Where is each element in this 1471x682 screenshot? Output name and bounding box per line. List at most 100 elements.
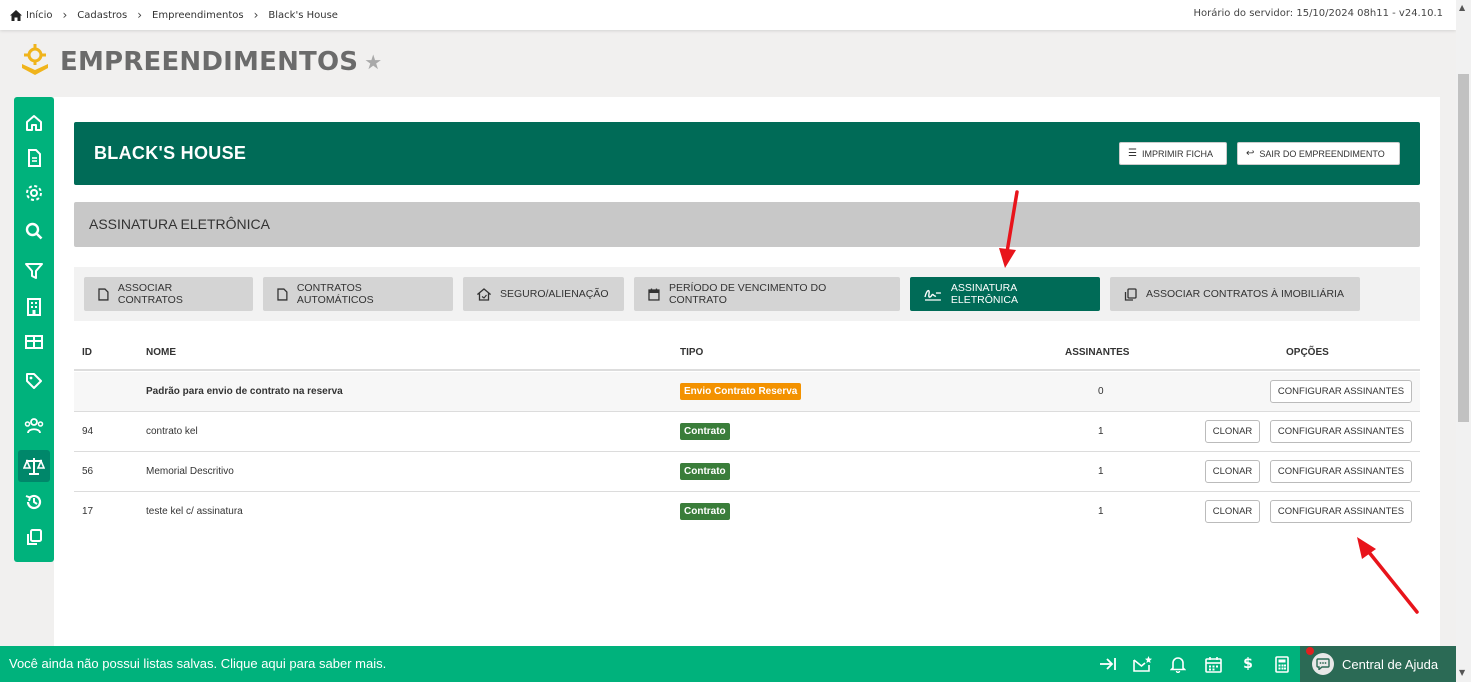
breadcrumb: Início › Cadastros › Empreendimentos › B… <box>10 8 338 22</box>
print-button[interactable]: ☰ IMPRIMIR FICHA <box>1119 142 1227 165</box>
tab-label: SEGURO/ALIENAÇÃO <box>500 288 609 300</box>
configure-signers-button[interactable]: CONFIGURAR ASSINANTES <box>1270 380 1412 403</box>
type-badge: Contrato <box>680 503 730 520</box>
page-header: EMPREENDIMENTOS ★ <box>18 44 382 80</box>
cell-id: 94 <box>82 426 94 437</box>
sidebar-item-contracts[interactable] <box>18 450 50 482</box>
section-title: ASSINATURA ELETRÔNICA <box>89 216 271 232</box>
exit-button-label: SAIR DO EMPREENDIMENTO <box>1259 148 1385 159</box>
breadcrumb-cadastros[interactable]: Cadastros <box>77 10 127 21</box>
tab-contratos-automaticos[interactable]: CONTRATOS AUTOMÁTICOS <box>263 277 453 311</box>
clone-button[interactable]: CLONAR <box>1205 460 1260 483</box>
tab-periodo-vencimento[interactable]: PERÍODO DE VENCIMENTO DO CONTRATO <box>634 277 900 311</box>
tabs: ASSOCIAR CONTRATOS CONTRATOS AUTOMÁTICOS… <box>74 267 1420 321</box>
column-header-assinantes[interactable]: ASSINANTES <box>1065 347 1129 358</box>
help-center-button[interactable]: Central de Ajuda <box>1300 646 1456 682</box>
home-icon <box>26 115 42 131</box>
column-header-tipo[interactable]: TIPO <box>680 347 703 358</box>
column-header-id[interactable]: ID <box>82 347 92 358</box>
sidebar-item-documents[interactable] <box>18 142 50 174</box>
exit-button[interactable]: ↩ SAIR DO EMPREENDIMENTO <box>1237 142 1400 165</box>
tab-associar-contratos[interactable]: ASSOCIAR CONTRATOS <box>84 277 253 311</box>
notification-dot <box>1306 647 1314 655</box>
building-logo-icon <box>18 44 52 80</box>
cell-nome: Padrão para envio de contrato na reserva <box>146 386 343 397</box>
table-row: 56 Memorial Descritivo Contrato 1 CLONAR… <box>74 452 1420 492</box>
sidebar-item-settings[interactable] <box>18 177 50 209</box>
scroll-down-icon[interactable]: ▼ <box>1459 668 1465 677</box>
type-badge: Contrato <box>680 463 730 480</box>
cell-assinantes: 0 <box>1098 386 1104 397</box>
cell-id: 56 <box>82 466 94 477</box>
tab-label: PERÍODO DE VENCIMENTO DO CONTRATO <box>668 282 827 306</box>
calculator-icon[interactable] <box>1272 654 1292 674</box>
scroll-thumb[interactable] <box>1458 74 1469 422</box>
tab-associar-imobiliaria[interactable]: ASSOCIAR CONTRATOS À IMOBILIÁRIA <box>1110 277 1360 311</box>
sidebar-item-search[interactable] <box>18 215 50 247</box>
star-icon[interactable]: ★ <box>364 50 382 74</box>
scroll-up-icon[interactable]: ▲ <box>1459 3 1465 12</box>
breadcrumb-home[interactable]: Início <box>26 10 52 21</box>
sidebar-item-users[interactable] <box>18 410 50 442</box>
sidebar-item-copy[interactable] <box>18 521 50 553</box>
document-icon <box>98 287 109 301</box>
breadcrumb-empreendimentos[interactable]: Empreendimentos <box>152 10 244 21</box>
cell-assinantes: 1 <box>1098 426 1104 437</box>
scale-icon <box>23 458 45 475</box>
calendar-icon[interactable] <box>1203 654 1223 674</box>
empreendimento-name: BLACK'S HOUSE <box>94 143 247 163</box>
configure-signers-button[interactable]: CONFIGURAR ASSINANTES <box>1270 420 1412 443</box>
cell-nome: contrato kel <box>146 426 198 437</box>
signature-icon <box>924 289 941 301</box>
reply-icon: ↩ <box>1246 148 1255 159</box>
cell-assinantes: 1 <box>1098 506 1104 517</box>
history-icon <box>25 494 42 510</box>
type-badge: Envio Contrato Reserva <box>680 383 802 400</box>
copy-icon <box>1124 287 1137 301</box>
main-panel: BLACK'S HOUSE ☰ IMPRIMIR FICHA ↩ SAIR DO… <box>54 97 1440 646</box>
empreendimento-header: BLACK'S HOUSE ☰ IMPRIMIR FICHA ↩ SAIR DO… <box>74 122 1420 185</box>
page-scrollbar[interactable]: ▲ ▼ <box>1456 0 1471 682</box>
print-button-label: IMPRIMIR FICHA <box>1141 148 1213 159</box>
document-icon <box>28 149 41 167</box>
tab-label: CONTRATOS AUTOMÁTICOS <box>296 282 374 306</box>
server-time: Horário do servidor: 15/10/2024 08h11 - … <box>1193 8 1443 19</box>
document-icon <box>277 287 288 301</box>
tab-seguro-alienacao[interactable]: SEGURO/ALIENAÇÃO <box>463 277 624 311</box>
dollar-icon[interactable]: $ <box>1238 654 1258 674</box>
home-icon[interactable] <box>10 9 22 21</box>
table-header: ID NOME TIPO ASSINANTES OPÇÕES <box>74 337 1420 371</box>
users-icon <box>24 418 44 434</box>
configure-signers-button[interactable]: CONFIGURAR ASSINANTES <box>1270 460 1412 483</box>
house-icon <box>477 287 491 301</box>
copy-icon <box>27 529 42 545</box>
chat-icon <box>1306 647 1334 675</box>
list-icon: ☰ <box>1128 148 1137 159</box>
bell-icon[interactable] <box>1168 654 1188 674</box>
sidebar-item-buildings[interactable] <box>18 291 50 323</box>
cell-id: 17 <box>82 506 94 517</box>
filter-icon <box>25 263 43 279</box>
sidebar-item-history[interactable] <box>18 486 50 518</box>
sidebar-item-tags[interactable] <box>18 365 50 397</box>
mail-star-icon[interactable] <box>1133 654 1153 674</box>
sidebar-item-home[interactable] <box>18 107 50 139</box>
clone-button[interactable]: CLONAR <box>1205 420 1260 443</box>
column-header-nome[interactable]: NOME <box>146 347 176 358</box>
page-title: EMPREENDIMENTOS <box>60 47 359 77</box>
search-icon <box>25 222 43 240</box>
saved-lists-message[interactable]: Você ainda não possui listas salvas. Cli… <box>9 656 386 671</box>
configure-signers-button[interactable]: CONFIGURAR ASSINANTES <box>1270 500 1412 523</box>
sidebar-item-tables[interactable] <box>18 326 50 358</box>
sidebar-item-filter[interactable] <box>18 255 50 287</box>
clone-button[interactable]: CLONAR <box>1205 500 1260 523</box>
breadcrumb-current: Black's House <box>268 9 338 21</box>
cell-assinantes: 1 <box>1098 466 1104 477</box>
tab-assinatura-eletronica[interactable]: ASSINATURA ELETRÔNICA <box>910 277 1100 311</box>
arrow-to-right-icon[interactable] <box>1098 654 1118 674</box>
cell-nome: Memorial Descritivo <box>146 466 234 477</box>
column-header-opcoes: OPÇÕES <box>1286 347 1329 358</box>
help-center-label: Central de Ajuda <box>1342 656 1439 672</box>
tab-label: ASSOCIAR CONTRATOS À IMOBILIÁRIA <box>1146 288 1344 300</box>
table-icon <box>25 335 43 349</box>
